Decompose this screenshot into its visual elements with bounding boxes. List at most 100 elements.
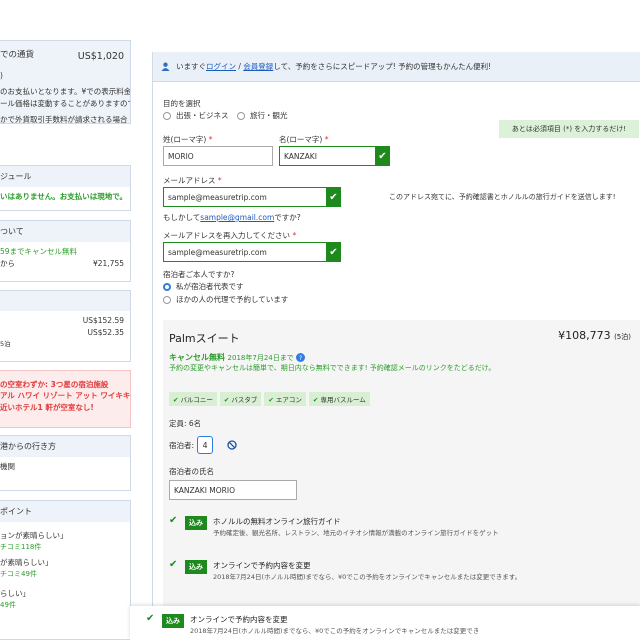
point-label: が素晴らしい」 [0,558,53,568]
suggest-post: ですか? [274,213,301,222]
schedule-box: ジュール いはありません。お支払いは現地で。 [0,165,131,211]
email-confirm-input[interactable]: sample@measuretrip.com [163,242,328,262]
required-notice: あとは必須項目 (*) を入力するだけ! [499,120,639,138]
currency-label: での通貨 [0,50,35,60]
points-box: ポイント ョンが素晴らしい」 チコミ118件 が素晴らしい」 チコミ49件 らし… [0,500,131,640]
free-cancel-date: 2018年7月24日まで [227,354,294,362]
room-price-value: ¥108,773 [558,329,611,342]
self-yes-radio[interactable]: 私が宿泊者代表です [163,281,244,292]
lastname-input[interactable]: MORIO [163,146,273,166]
availability-alert: の空室わずか: 3つ星の宿泊施設 アル ハワイ リゾート アット ワイキキ 近い… [0,370,131,428]
guest-form: あとは必須項目 (*) を入力するだけ! 目的を選択 出張・ビジネス 旅行・観光… [153,82,640,640]
point-count: 49件 [0,601,16,610]
included-badge: 込み [185,516,207,530]
booking-form-panel: いますぐ ログイン / 会員登録 して、予約をさらにスピードアップ! 予約の管理… [152,52,640,640]
email-label-text: メールアドレス [163,176,216,185]
self-no-radio[interactable]: ほかの人の代理で予約しています [163,294,288,305]
schedule-body: いはありません。お支払いは現地で。 [0,192,127,201]
purpose-leisure-label: 旅行・観光 [250,111,288,120]
guest-count-label: 宿泊者: [169,440,195,450]
room-nights: (5泊) [614,333,631,341]
guest-name-input[interactable]: KANZAKI MORIO [169,480,297,500]
currency-value: US$1,020 [77,51,124,62]
suggest-pre: もしかして [163,213,201,222]
point-count: チコミ118件 [0,543,42,551]
purpose-label: 目的を選択 [163,99,201,108]
about-cancel: 59までキャンセル無料 [0,247,78,256]
room-name: Palmスイート [169,332,240,345]
about-head: ついて [0,221,130,242]
email-hint: このアドレス宛てに、予約確認書とホノルルの旅行ガイドを送信します! [389,193,616,201]
email-input[interactable]: sample@measuretrip.com [163,187,328,207]
airport-box[interactable]: 港からの行き方 機関 [0,435,131,491]
about-row-value: ¥21,755 [92,259,124,268]
purpose-leisure-radio[interactable]: 旅行・観光 [237,110,288,121]
firstname-label-text: 名(ローマ字) [279,135,323,144]
airport-head[interactable]: 港からの行き方 [0,436,130,457]
check-icon[interactable]: ✔ [146,614,156,624]
amenity-tag: 専用バスルーム [308,392,370,406]
about-box: ついて 59までキャンセル無料 から ¥21,755 [0,220,131,282]
point-label: らしい」 [0,589,30,599]
firstname-label: 名(ローマ字) * [279,134,329,145]
currency-note-3: かで外貨取引手数料が請求される場合 [0,115,128,124]
self-yes-label: 私が宿泊者代表です [176,282,244,291]
price-sidebar: での通貨 US$1,020 ) のお支払いとなります。¥での表示料金 ール価格は変… [0,0,140,640]
lastname-label-text: 姓(ローマ字) [163,135,207,144]
option-title: オンラインで予約内容を変更 [213,561,311,570]
firstname-input[interactable]: KANZAKI [279,146,377,166]
no-entry-icon[interactable] [227,440,237,450]
radio-button[interactable] [163,282,171,291]
amenity-tag: エアコン [264,392,306,406]
option-modify[interactable]: ✔ 込み オンラインで予約内容を変更 2018年7月24日(ホノルル時間)までなら… [169,560,583,582]
alert-line-2: アル ハワイ リゾート アット ワイキキ [0,391,131,401]
banner-text-post: して、予約をさらにスピードアップ! 予約の管理もかんたん便利! [273,62,492,71]
option-desc: 予約確定後、観光名所、レストラン、地元のイチオシ情報が満載のオンライン旅行ガイド… [213,529,499,537]
purpose-business-label: 出張・ビジネス [176,111,229,120]
currency-note-1: のお支払いとなります。¥での表示料金 [0,87,131,97]
radio-button[interactable] [163,295,171,304]
option-desc: 2018年7月24日(ホノルル時間)までなら、¥0でこの予約をオンラインでキャン… [190,627,480,635]
check-icon: ✔ [375,146,390,166]
room-price: ¥108,773 (5泊) [558,329,631,342]
guest-count-row: 宿泊者: 4 [169,436,237,454]
email-confirm-label: メールアドレスを再入力してください * [163,230,296,241]
required-mark: * [217,176,222,185]
check-icon[interactable]: ✔ [169,516,179,526]
register-link[interactable]: 会員登録 [243,61,273,72]
free-cancel-title: キャンセル無料 [169,353,225,362]
user-icon [161,62,170,71]
email-confirm-label-text: メールアドレスを再入力してください [163,231,291,240]
login-banner: いますぐ ログイン / 会員登録 して、予約をさらにスピードアップ! 予約の管理… [153,52,640,82]
radio-button[interactable] [237,111,245,120]
amenity-tag: バスタブ [219,392,262,406]
alert-line-3: 近いホテル1 軒が空室なし! [0,402,94,412]
radio-button[interactable] [163,111,171,120]
free-cancel: キャンセル無料 2018年7月24日まで ? [169,352,306,363]
floating-option-bar[interactable]: ✔ 込み オンラインで予約内容を変更 2018年7月24日(ホノルル時間)までなら… [130,606,640,640]
currency-box: での通貨 US$1,020 ) のお支払いとなります。¥での表示料金 ール価格は変… [0,40,131,124]
included-badge: 込み [162,614,184,628]
floating-option[interactable]: ✔ 込み オンラインで予約内容を変更 2018年7月24日(ホノルル時間)までなら… [146,614,479,636]
banner-text-pre: いますぐ [176,62,206,71]
check-icon: ✔ [326,187,341,207]
guest-name-label: 宿泊者の氏名 [169,467,214,476]
room-capacity: 定員: 6名 [169,419,202,428]
purpose-business-radio[interactable]: 出張・ビジネス [163,110,229,121]
option-title: オンラインで予約内容を変更 [190,615,288,624]
svg-text:?: ? [299,355,302,362]
option-guide[interactable]: ✔ 込み ホノルルの無料オンライン旅行ガイド 予約確定後、観光名所、レストラン、地… [169,516,499,538]
login-link[interactable]: ログイン [206,61,236,72]
guest-count-stepper[interactable]: 4 [197,436,214,454]
email-suggestion: もしかしてsample@gmail.comですか? [163,212,301,223]
info-icon[interactable]: ? [296,353,306,362]
points-head: ポイント [0,501,130,522]
price-row-1: US$152.59 [82,316,124,325]
price-breakdown-box: US$152.59 US$52.35 5泊 [0,290,131,362]
check-icon[interactable]: ✔ [169,560,179,570]
suggested-email-link[interactable]: sample@gmail.com [200,213,274,222]
amenity-tags: バルコニー バスタブ エアコン 専用バスルーム [169,392,370,406]
required-notice-text: あとは必須項目 (*) を入力するだけ! [511,125,627,133]
lastname-label: 姓(ローマ字) * [163,134,213,145]
price-row-3: 5泊 [0,340,11,348]
